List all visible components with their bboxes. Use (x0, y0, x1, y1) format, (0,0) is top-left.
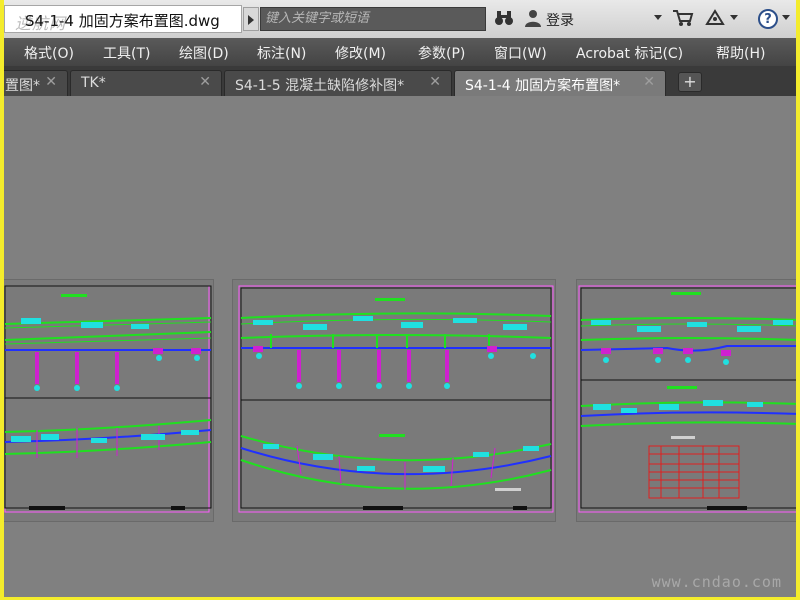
menu-draw[interactable]: 绘图(D) (179, 43, 229, 63)
site-logo: 逆航网 (15, 14, 67, 33)
search-input[interactable]: 键入关键字或短语 (260, 7, 486, 31)
user-icon[interactable] (524, 9, 542, 31)
chevron-down-icon[interactable] (654, 15, 662, 20)
app-window: S4-1-4 加固方案布置图.dwg 逆航网 键入关键字或短语 登录 ? 格式(… (4, 0, 796, 597)
tab-file-3[interactable]: S4-1-5 混凝土缺陷修补图* ✕ (224, 70, 452, 96)
close-icon[interactable]: ✕ (643, 74, 655, 90)
menu-acrobat[interactable]: Acrobat 标记(C) (576, 43, 683, 63)
layout-sheet-1 (4, 279, 214, 522)
drawing-sheet-1 (4, 285, 212, 513)
menu-format[interactable]: 格式(O) (24, 43, 74, 63)
tab-file-4-active[interactable]: S4-1-4 加固方案布置图* ✕ (454, 70, 666, 96)
binoculars-icon[interactable] (494, 9, 514, 31)
tab-file-2[interactable]: TK* ✕ (70, 70, 222, 96)
tab-file-1[interactable]: 置图* ✕ (4, 70, 68, 96)
watermark-text: www.cndao.com (651, 573, 782, 591)
layout-sheet-2 (232, 279, 556, 522)
chevron-down-icon[interactable] (782, 15, 790, 20)
tab-label: TK* (81, 75, 106, 91)
network-icon[interactable] (704, 9, 726, 31)
menu-dimension[interactable]: 标注(N) (257, 43, 306, 63)
expand-arrow-button[interactable] (243, 7, 259, 31)
menu-help[interactable]: 帮助(H) (716, 43, 765, 63)
menu-parameter[interactable]: 参数(P) (418, 43, 465, 63)
title-bar: S4-1-4 加固方案布置图.dwg 逆航网 键入关键字或短语 登录 ? (4, 0, 796, 39)
menu-bar: 格式(O) 工具(T) 绘图(D) 标注(N) 修改(M) 参数(P) 窗口(W… (4, 38, 796, 66)
menu-modify[interactable]: 修改(M) (335, 43, 386, 63)
tab-label: S4-1-4 加固方案布置图* (465, 78, 621, 94)
close-icon[interactable]: ✕ (45, 74, 57, 90)
chevron-down-icon[interactable] (730, 15, 738, 20)
data-table (648, 445, 740, 499)
menu-window[interactable]: 窗口(W) (494, 43, 547, 63)
tab-label: 置图* (5, 78, 40, 94)
drawing-sheet-3 (578, 285, 796, 513)
file-tab-bar: 置图* ✕ TK* ✕ S4-1-5 混凝土缺陷修补图* ✕ S4-1-4 加固… (4, 66, 796, 97)
layout-sheet-3 (576, 279, 796, 522)
help-icon[interactable]: ? (758, 9, 778, 29)
document-title-box: S4-1-4 加固方案布置图.dwg 逆航网 (4, 5, 242, 33)
close-icon[interactable]: ✕ (199, 74, 211, 90)
drawing-sheet-2 (238, 285, 554, 513)
menu-tools[interactable]: 工具(T) (103, 43, 150, 63)
cart-icon[interactable] (672, 9, 694, 31)
login-button[interactable]: 登录 (546, 10, 574, 30)
close-icon[interactable]: ✕ (429, 74, 441, 90)
tab-label: S4-1-5 混凝土缺陷修补图* (235, 78, 405, 94)
drawing-canvas[interactable]: www.cndao.com (4, 96, 796, 597)
new-tab-button[interactable]: + (678, 72, 702, 92)
